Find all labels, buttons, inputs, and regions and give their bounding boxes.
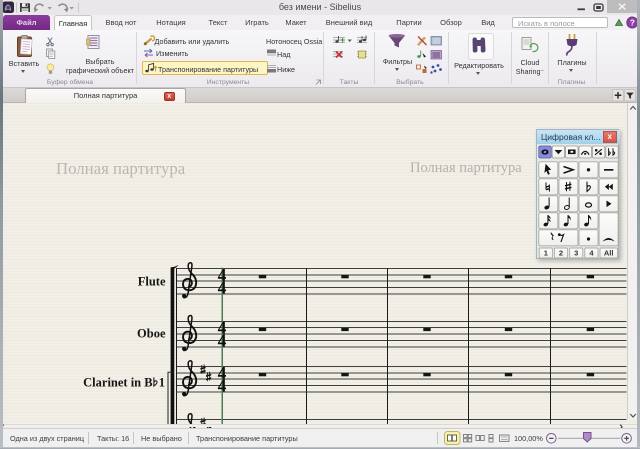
svg-text:Oboe: Oboe — [137, 326, 166, 340]
svg-text:3: 3 — [574, 249, 578, 258]
svg-text:+: + — [340, 35, 345, 45]
svg-text:1: 1 — [159, 376, 165, 390]
svg-text:2: 2 — [559, 249, 563, 258]
svg-text:1: 1 — [544, 249, 548, 258]
svg-text:Clarinet in B: Clarinet in B — [83, 376, 152, 390]
svg-text:All: All — [604, 249, 614, 258]
svg-text:?: ? — [630, 17, 635, 27]
svg-text:Flute: Flute — [138, 275, 166, 289]
